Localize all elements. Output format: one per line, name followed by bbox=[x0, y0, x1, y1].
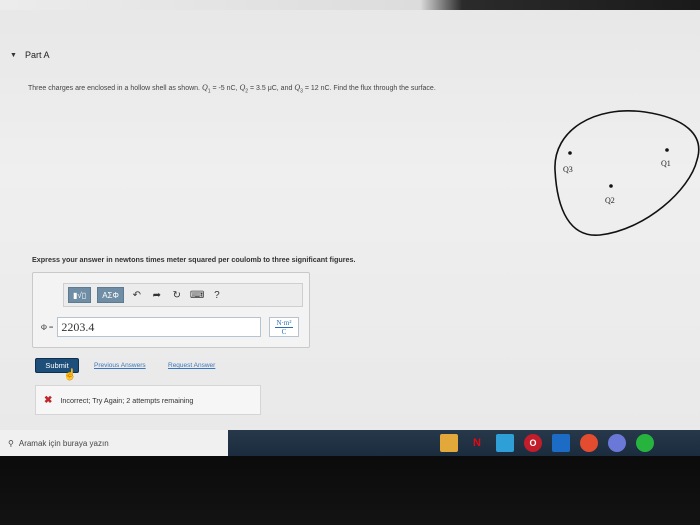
answer-input[interactable]: 2203.4 bbox=[57, 317, 262, 337]
q2-dot bbox=[609, 184, 613, 188]
greek-symbols-button[interactable]: ΑΣΦ bbox=[97, 287, 124, 303]
window-top-edge bbox=[0, 0, 700, 10]
store-icon[interactable] bbox=[496, 434, 514, 452]
netflix-icon[interactable]: N bbox=[468, 434, 486, 452]
outlook-icon[interactable] bbox=[552, 434, 570, 452]
charge-diagram: Q3 Q1 Q2 bbox=[554, 110, 700, 236]
q2-label: Q2 bbox=[605, 196, 615, 205]
incorrect-icon: ✖ bbox=[44, 394, 53, 406]
undo-icon[interactable]: ↶ bbox=[130, 290, 144, 301]
q3-dot bbox=[568, 151, 572, 155]
question-text: Three charges are enclosed in a hollow s… bbox=[28, 83, 588, 94]
feedback-message: ✖ Incorrect; Try Again; 2 attempts remai… bbox=[35, 385, 261, 415]
answer-instructions: Express your answer in newtons times met… bbox=[32, 255, 356, 264]
units-numerator: N·m² bbox=[274, 318, 294, 328]
question-intro: Three charges are enclosed in a hollow s… bbox=[28, 85, 202, 92]
chrome-icon[interactable] bbox=[580, 434, 598, 452]
q3-label: Q3 bbox=[563, 165, 573, 174]
q2-value: = 3.5 μC, and bbox=[248, 85, 295, 92]
page-content: ▼ Part A Three charges are enclosed in a… bbox=[0, 0, 700, 430]
hollow-shell-outline bbox=[554, 110, 700, 236]
part-label: Part A bbox=[24, 50, 50, 60]
flux-symbol: Φ = bbox=[41, 322, 54, 332]
q1-dot bbox=[665, 148, 669, 152]
previous-answers-link[interactable]: Previous Answers bbox=[94, 362, 146, 369]
feedback-text: Incorrect; Try Again; 2 attempts remaini… bbox=[60, 395, 194, 405]
taskbar-search[interactable]: ⚲ Aramak için buraya yazın bbox=[0, 430, 228, 456]
reset-icon[interactable]: ↻ bbox=[170, 290, 184, 301]
units-box: N·m² C bbox=[269, 317, 299, 337]
q1-label: Q1 bbox=[661, 159, 671, 168]
q3-value: = 12 nC. Find the flux through the surfa… bbox=[302, 85, 436, 92]
units-denominator: C bbox=[281, 327, 287, 336]
help-button[interactable]: ? bbox=[210, 290, 224, 301]
file-explorer-icon[interactable] bbox=[440, 434, 458, 452]
discord-icon[interactable] bbox=[608, 434, 626, 452]
chevron-down-icon[interactable]: ▼ bbox=[10, 52, 17, 59]
request-answer-link[interactable]: Request Answer bbox=[168, 362, 215, 369]
search-icon: ⚲ bbox=[8, 438, 14, 448]
search-placeholder: Aramak için buraya yazın bbox=[18, 438, 109, 448]
answer-row: Φ = 2203.4 bbox=[41, 317, 262, 337]
monitor-bezel bbox=[0, 456, 700, 525]
redo-icon[interactable]: ➦ bbox=[150, 290, 164, 301]
hand-cursor-icon: ☝ bbox=[63, 369, 77, 381]
template-button[interactable]: ▮√▯ bbox=[68, 287, 92, 303]
math-toolbar: ▮√▯ ΑΣΦ ↶ ➦ ↻ ⌨ ? bbox=[63, 283, 303, 307]
taskbar-apps: N O bbox=[440, 434, 654, 452]
opera-icon[interactable]: O bbox=[524, 434, 542, 452]
taskbar: ⚲ Aramak için buraya yazın N O bbox=[0, 430, 700, 456]
answer-panel: ▮√▯ ΑΣΦ ↶ ➦ ↻ ⌨ ? Φ = 2203.4 N·m² C bbox=[32, 272, 310, 348]
whatsapp-icon[interactable] bbox=[636, 434, 654, 452]
part-header[interactable]: ▼ Part A bbox=[10, 50, 49, 60]
q1-value: = -5 nC, bbox=[210, 85, 240, 92]
keyboard-icon[interactable]: ⌨ bbox=[190, 290, 204, 301]
